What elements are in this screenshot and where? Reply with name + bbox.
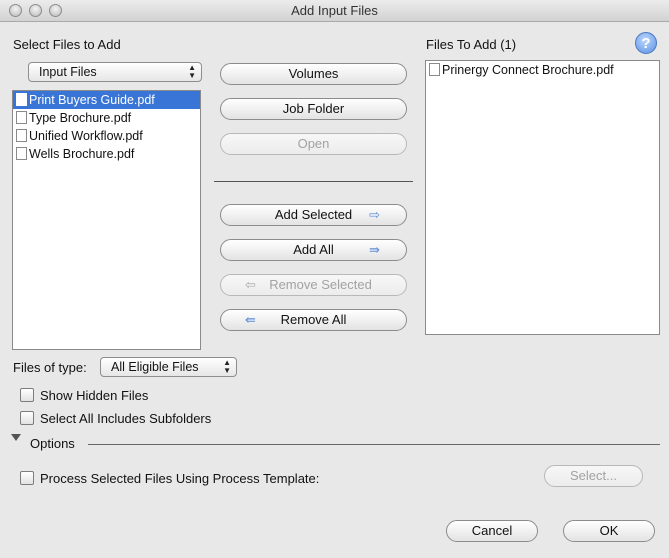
list-item[interactable]: Unified Workflow.pdf (13, 127, 200, 145)
source-popup[interactable]: Input Files ▲ ▼ (28, 62, 202, 82)
show-hidden-files-label: Show Hidden Files (40, 388, 149, 403)
volumes-button[interactable]: Volumes (220, 63, 407, 85)
select-all-subfolders-label: Select All Includes Subfolders (40, 411, 212, 426)
disclosure-triangle-icon[interactable] (11, 434, 21, 441)
options-separator (88, 444, 660, 445)
document-icon (16, 93, 27, 106)
process-template-checkbox[interactable] (20, 471, 34, 485)
show-hidden-files-checkbox[interactable] (20, 388, 34, 402)
window-title: Add Input Files (291, 3, 378, 18)
source-popup-value: Input Files (39, 65, 97, 79)
source-file-list[interactable]: Print Buyers Guide.pdf Type Brochure.pdf… (12, 90, 201, 350)
files-to-add-heading: Files To Add (1) (426, 37, 517, 52)
add-all-button[interactable]: Add All ⇛ (220, 239, 407, 261)
select-template-button[interactable]: Select... (544, 465, 643, 487)
list-item[interactable]: Print Buyers Guide.pdf (13, 91, 200, 109)
double-arrow-right-icon: ⇛ (369, 242, 380, 257)
files-of-type-label: Files of type: (13, 360, 87, 375)
select-all-subfolders-checkbox[interactable] (20, 411, 34, 425)
select-files-heading: Select Files to Add (13, 37, 121, 52)
remove-all-button[interactable]: ⇚ Remove All (220, 309, 407, 331)
files-to-add-list[interactable]: Prinergy Connect Brochure.pdf (425, 60, 660, 335)
files-of-type-popup[interactable]: All Eligible Files ▲ ▼ (100, 357, 237, 377)
arrow-right-icon: ⇨ (369, 207, 380, 222)
document-icon (16, 129, 27, 142)
double-arrow-left-icon: ⇚ (245, 312, 256, 327)
arrow-left-icon: ⇦ (245, 277, 256, 292)
popup-arrows-icon: ▲ ▼ (188, 63, 196, 80)
list-item[interactable]: Type Brochure.pdf (13, 109, 200, 127)
document-icon (16, 147, 27, 160)
ok-button[interactable]: OK (563, 520, 655, 542)
options-label: Options (30, 436, 75, 451)
popup-arrows-icon: ▲ ▼ (223, 358, 231, 375)
job-folder-button[interactable]: Job Folder (220, 98, 407, 120)
document-icon (429, 63, 440, 76)
help-icon[interactable]: ? (635, 32, 657, 54)
open-button[interactable]: Open (220, 133, 407, 155)
cancel-button[interactable]: Cancel (446, 520, 538, 542)
process-template-label: Process Selected Files Using Process Tem… (40, 471, 320, 486)
remove-selected-button[interactable]: ⇦ Remove Selected (220, 274, 407, 296)
title-bar: Add Input Files (0, 0, 669, 22)
list-item[interactable]: Prinergy Connect Brochure.pdf (426, 61, 659, 79)
document-icon (16, 111, 27, 124)
files-of-type-value: All Eligible Files (111, 360, 199, 374)
add-selected-button[interactable]: Add Selected ⇨ (220, 204, 407, 226)
list-item[interactable]: Wells Brochure.pdf (13, 145, 200, 163)
add-input-files-dialog: Add Input Files Select Files to Add Inpu… (0, 0, 669, 558)
middle-separator (214, 181, 413, 182)
